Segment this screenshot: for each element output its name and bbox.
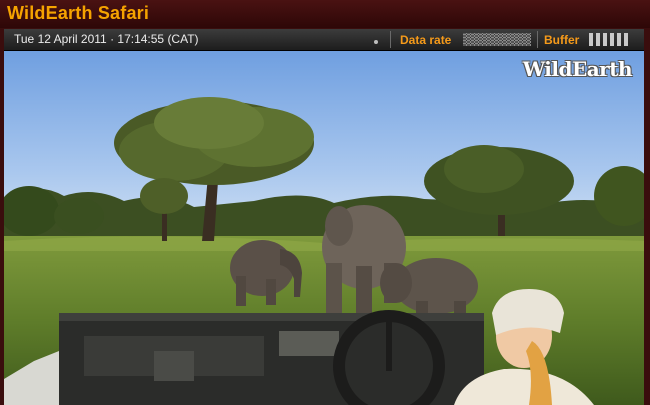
title-bar: WildEarth Safari <box>0 0 650 28</box>
watermark-text: WildEarth <box>522 57 633 81</box>
buffer-bar <box>596 33 600 46</box>
buffer-bar <box>589 33 593 46</box>
video-player[interactable]: Tue 12 April 2011 · 17:14:55 (CAT) Data … <box>4 29 644 405</box>
buffer-label: Buffer <box>544 33 580 47</box>
live-indicator-icon <box>374 40 378 44</box>
safari-scene <box>4 51 644 405</box>
divider <box>390 31 391 48</box>
datetime-readout: Tue 12 April 2011 · 17:14:55 (CAT) <box>14 32 199 46</box>
buffer-bar <box>617 33 621 46</box>
video-frame[interactable]: WildEarth <box>4 51 644 405</box>
divider <box>537 31 538 48</box>
data-rate-label: Data rate <box>400 33 452 47</box>
status-bar: Tue 12 April 2011 · 17:14:55 (CAT) Data … <box>4 29 644 51</box>
data-rate-meter <box>463 33 531 46</box>
wildearth-watermark: WildEarth <box>522 57 633 81</box>
buffer-bar <box>610 33 614 46</box>
app-title: WildEarth Safari <box>7 3 150 23</box>
buffer-meter <box>589 33 628 46</box>
buffer-bar <box>603 33 607 46</box>
safari-vehicle <box>4 310 484 405</box>
buffer-bar <box>624 33 628 46</box>
